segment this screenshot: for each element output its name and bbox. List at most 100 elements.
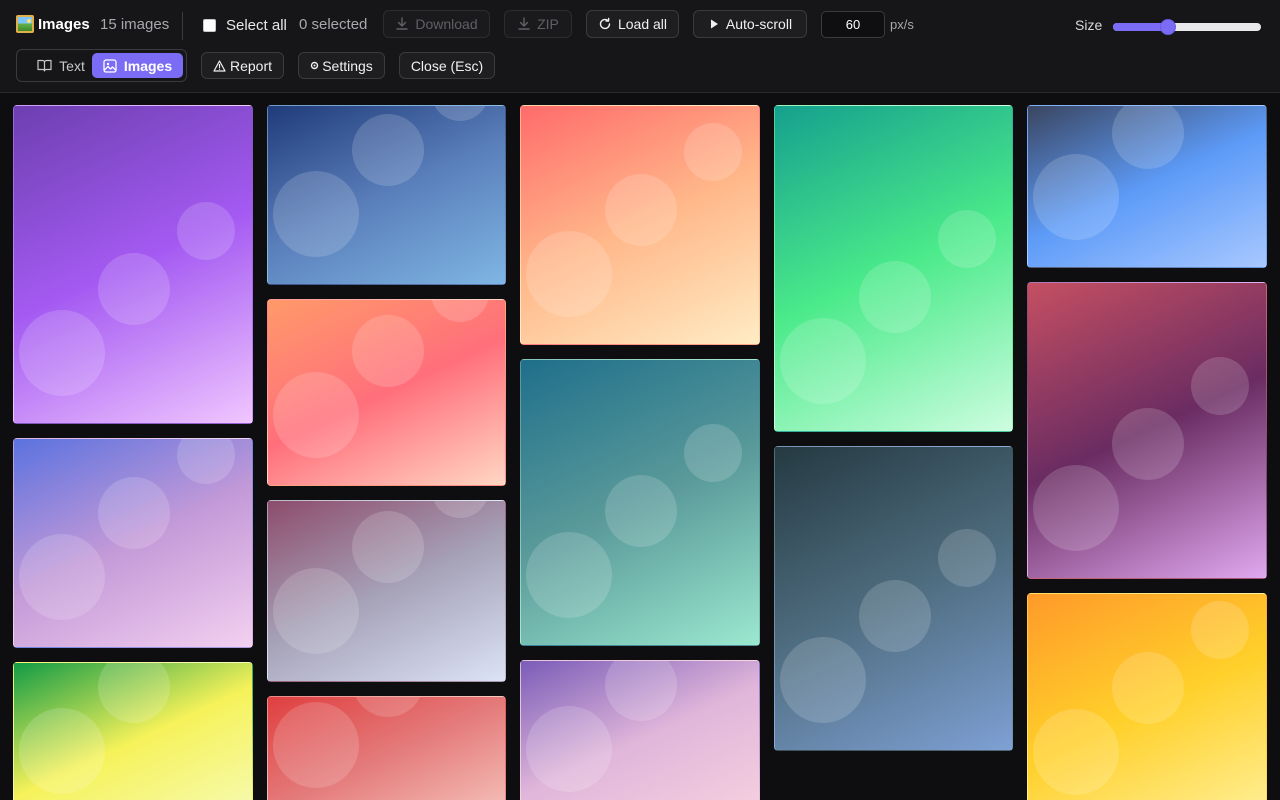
zip-button[interactable]: ZIP <box>504 10 572 38</box>
image-tile[interactable] <box>13 105 253 424</box>
decorative-circle <box>526 532 612 618</box>
download-label: Download <box>415 16 478 32</box>
load-all-button[interactable]: Load all <box>586 10 679 38</box>
decorative-circle <box>352 697 424 717</box>
decorative-circle <box>1112 408 1184 480</box>
decorative-circle <box>1112 652 1184 724</box>
tab-images[interactable]: Images <box>92 53 183 78</box>
refresh-icon <box>599 17 611 30</box>
decorative-circle <box>352 315 424 387</box>
scroll-speed-input[interactable] <box>821 11 885 38</box>
view-mode-switch: Text Images <box>16 49 187 82</box>
decorative-circle <box>859 580 931 652</box>
decorative-circle <box>177 439 235 484</box>
image-tile[interactable] <box>267 105 506 285</box>
decorative-circle <box>98 253 170 325</box>
decorative-circle <box>273 171 359 257</box>
app-title-group: Images <box>16 14 90 34</box>
decorative-circle <box>605 475 677 547</box>
image-tile[interactable] <box>1027 282 1267 579</box>
decorative-circle <box>177 202 235 260</box>
download-icon <box>396 17 409 30</box>
load-all-label: Load all <box>617 16 668 32</box>
settings-label: Settings <box>322 57 373 74</box>
decorative-circle <box>684 123 742 181</box>
decorative-circle <box>526 706 612 792</box>
size-slider[interactable] <box>1113 19 1261 35</box>
decorative-circle <box>431 300 489 322</box>
decorative-circle <box>273 702 359 788</box>
decorative-circle <box>19 534 105 620</box>
decorative-circle <box>98 477 170 549</box>
decorative-circle <box>1112 106 1184 169</box>
size-slider-thumb[interactable] <box>1159 19 1176 35</box>
decorative-circle <box>684 424 742 482</box>
selected-count: 0 selected <box>299 16 368 33</box>
app-title: Images <box>38 15 90 33</box>
decorative-circle <box>605 661 677 721</box>
decorative-circle <box>938 210 996 268</box>
image-tile[interactable] <box>520 105 760 345</box>
tab-images-label: Images <box>123 57 173 74</box>
decorative-circle <box>938 529 996 587</box>
close-button[interactable]: Close (Esc) <box>399 52 495 79</box>
decorative-circle <box>352 511 424 583</box>
decorative-circle <box>19 310 105 396</box>
decorative-circle <box>273 568 359 654</box>
decorative-circle <box>605 174 677 246</box>
decorative-circle <box>1033 709 1119 795</box>
tab-text-label: Text <box>59 57 85 74</box>
decorative-circle <box>19 708 105 794</box>
decorative-circle <box>1033 465 1119 551</box>
decorative-circle <box>431 501 489 518</box>
play-icon <box>710 19 718 29</box>
select-all-toggle[interactable]: Select all <box>203 17 287 34</box>
select-all-label: Select all <box>226 17 287 34</box>
image-count: 15 images <box>100 16 170 33</box>
image-tile[interactable] <box>267 299 506 486</box>
decorative-circle <box>526 231 612 317</box>
image-grid <box>0 94 1280 800</box>
tab-text[interactable]: Text <box>23 53 99 78</box>
download-button[interactable]: Download <box>383 10 490 38</box>
zip-label: ZIP <box>537 16 559 32</box>
decorative-circle <box>1191 357 1249 415</box>
report-button[interactable]: Report <box>201 52 284 79</box>
toolbar-row-primary: Images 15 images Select all 0 selected D… <box>0 8 1280 40</box>
decorative-circle <box>780 318 866 404</box>
warning-icon <box>213 59 226 72</box>
image-tile[interactable] <box>267 696 506 800</box>
picture-icon <box>16 15 34 33</box>
decorative-circle <box>859 261 931 333</box>
image-tile[interactable] <box>13 438 253 648</box>
image-tile[interactable] <box>774 446 1013 751</box>
gear-icon <box>311 61 319 70</box>
select-all-checkbox[interactable] <box>203 19 216 32</box>
download-icon <box>518 17 530 30</box>
auto-scroll-button[interactable]: Auto-scroll <box>693 10 807 38</box>
decorative-circle <box>352 114 424 186</box>
decorative-circle <box>1191 601 1249 659</box>
report-label: Report <box>229 57 273 74</box>
image-tile[interactable] <box>267 500 506 682</box>
size-label: Size <box>1075 17 1103 33</box>
decorative-circle <box>1033 154 1119 240</box>
divider <box>182 12 183 40</box>
auto-scroll-label: Auto-scroll <box>725 16 793 32</box>
image-tile[interactable] <box>520 660 760 800</box>
settings-button[interactable]: Settings <box>298 52 385 79</box>
image-icon <box>103 58 117 73</box>
image-tile[interactable] <box>774 105 1013 432</box>
image-tile[interactable] <box>1027 105 1267 268</box>
image-tile[interactable] <box>1027 593 1267 800</box>
close-label: Close (Esc) <box>410 57 484 74</box>
image-tile[interactable] <box>13 662 253 800</box>
scroll-speed-unit: px/s <box>890 17 914 32</box>
toolbar: Images 15 images Select all 0 selected D… <box>0 0 1280 93</box>
image-tile[interactable] <box>520 359 760 646</box>
decorative-circle <box>431 106 489 121</box>
decorative-circle <box>273 372 359 458</box>
decorative-circle <box>780 637 866 723</box>
decorative-circle <box>98 663 170 723</box>
book-icon <box>37 59 52 72</box>
